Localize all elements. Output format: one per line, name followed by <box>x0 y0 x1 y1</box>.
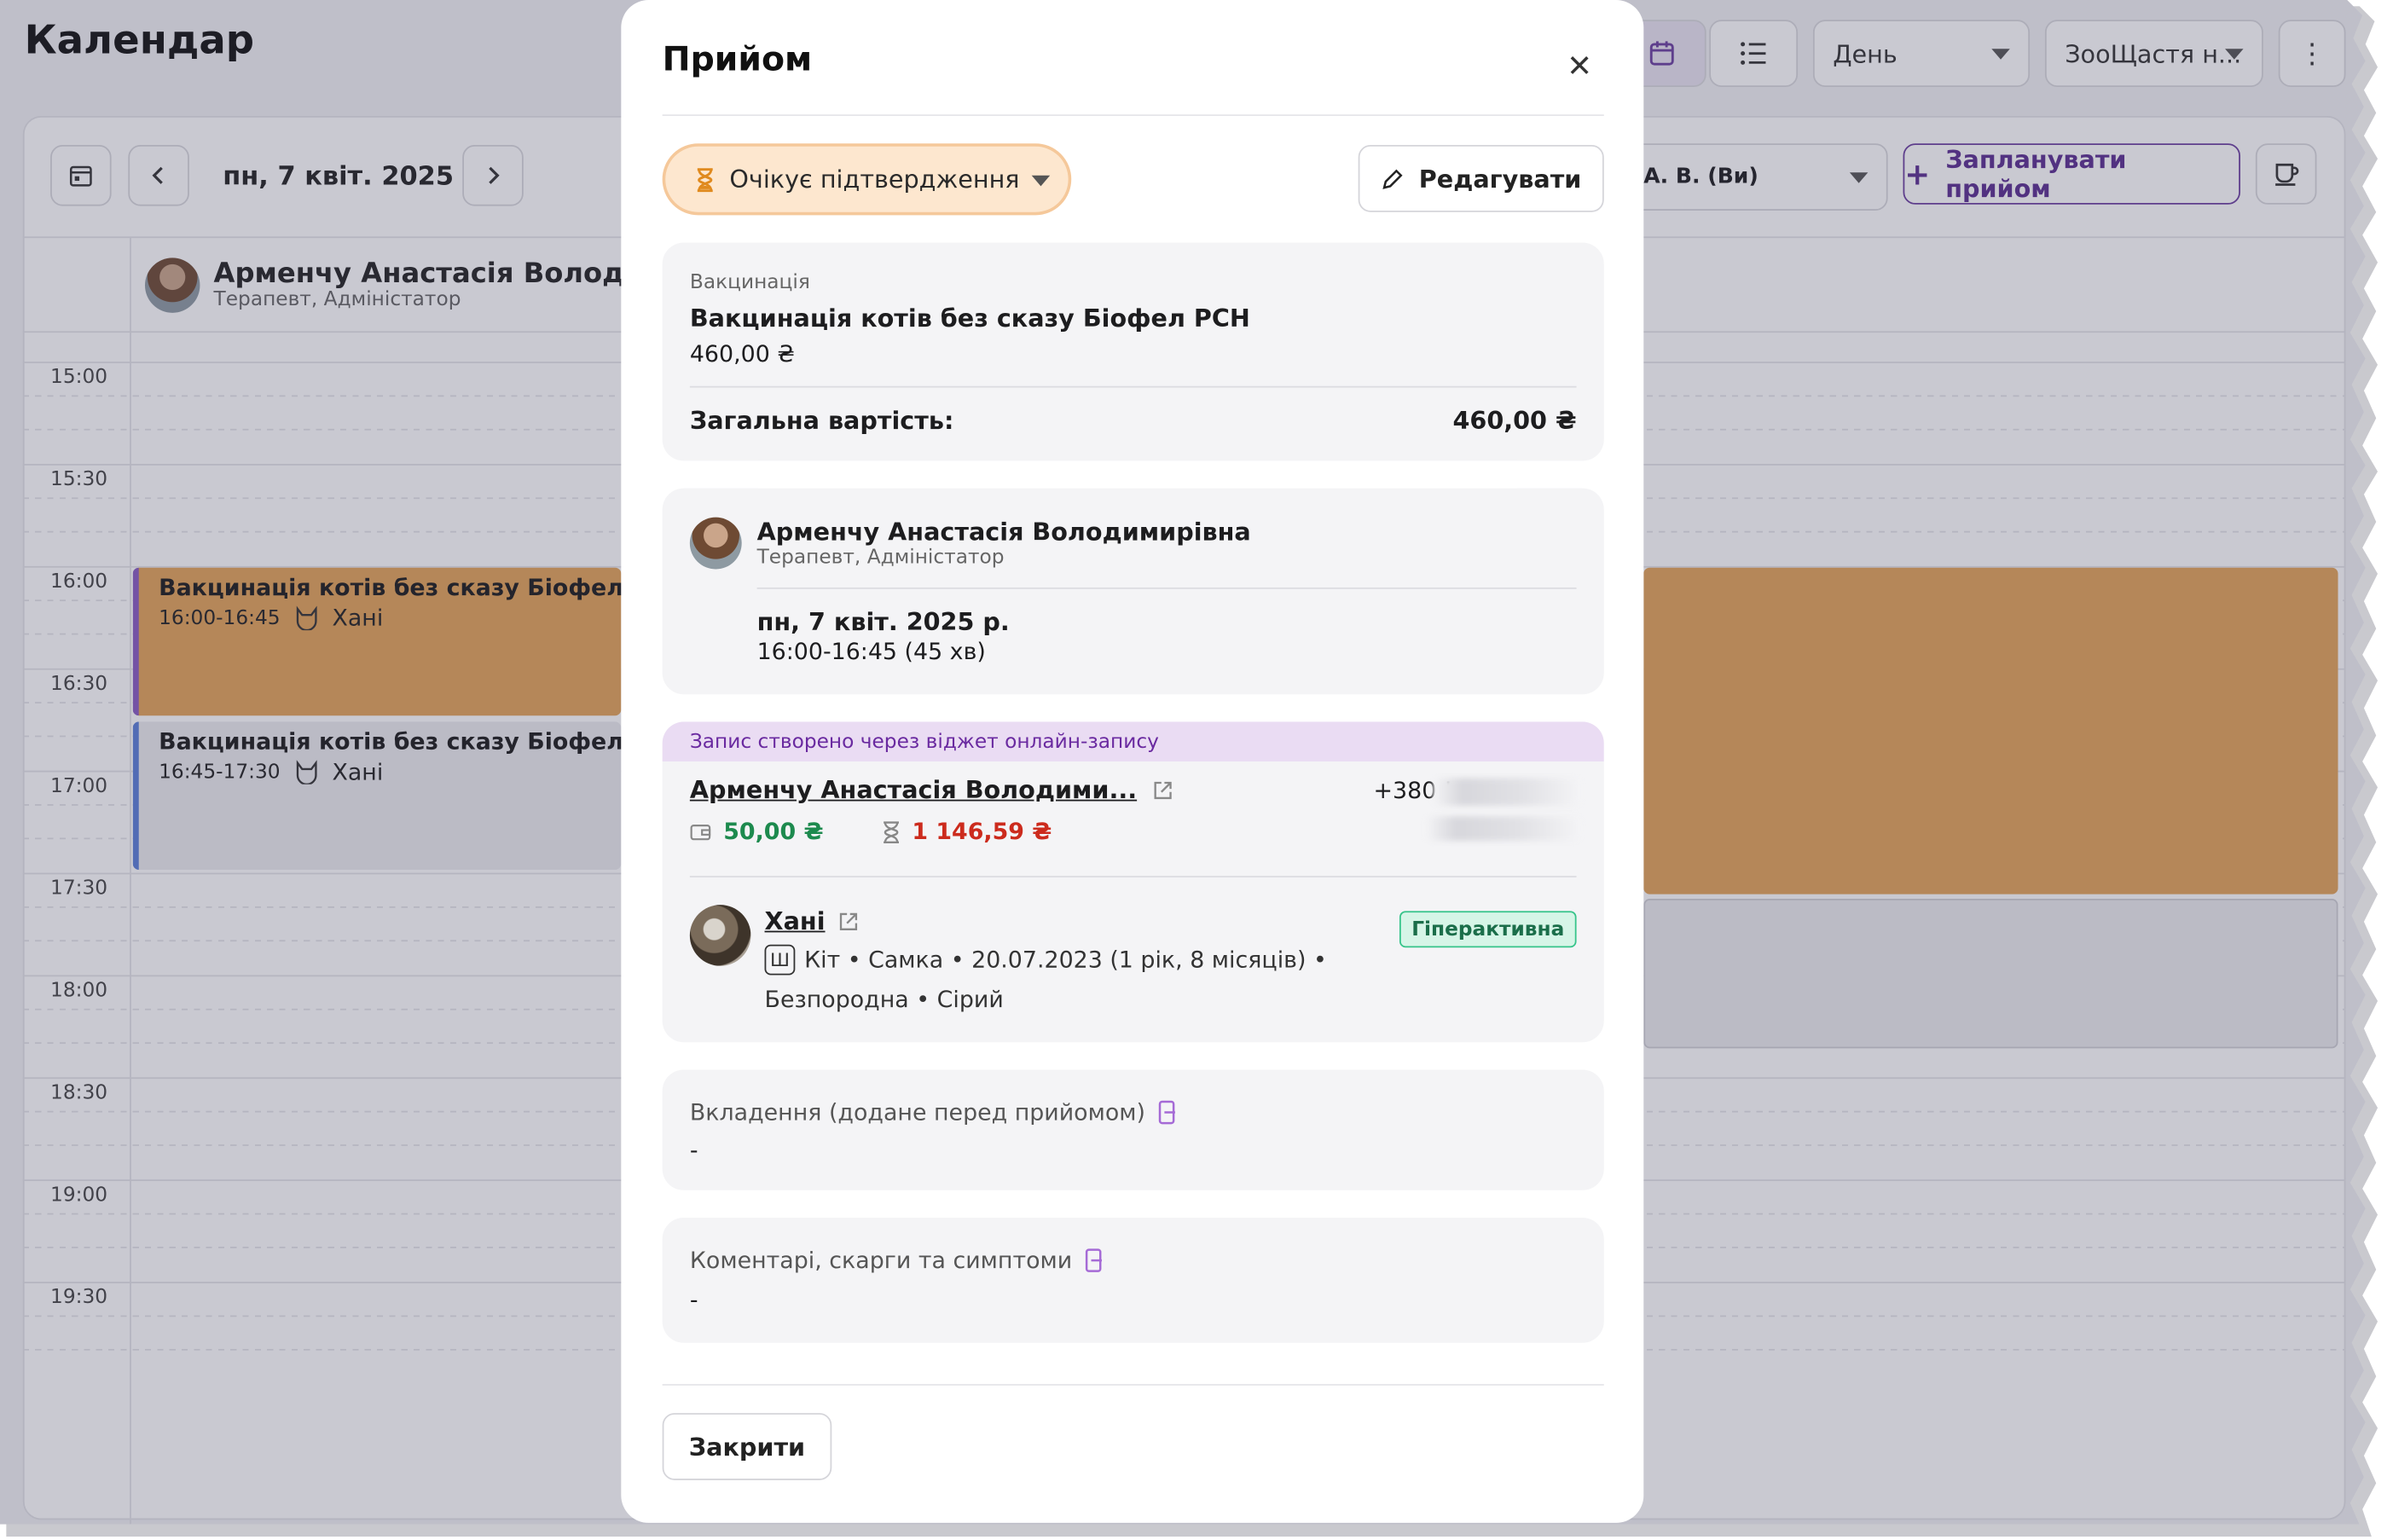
close-button[interactable]: Закрити <box>662 1413 832 1480</box>
attachments-value: - <box>689 1137 698 1165</box>
document-share-icon[interactable] <box>1085 1248 1103 1273</box>
comments-box: Коментарі, скарги та симптоми - <box>662 1218 1604 1343</box>
doctor-box: Арменчу Анастасія Володимирівна Терапевт… <box>662 488 1604 695</box>
comments-value: - <box>689 1286 698 1314</box>
pet-tag: Гіперактивна <box>1399 911 1577 948</box>
email-blur <box>1425 816 1581 842</box>
pencil-icon <box>1382 168 1403 188</box>
service-category: Вакцинація <box>689 271 810 295</box>
attachments-box: Вкладення (додане перед прийомом) - <box>662 1069 1604 1190</box>
edit-button-label: Редагувати <box>1418 164 1582 194</box>
phone-blur <box>1433 778 1581 806</box>
pet-photo <box>689 905 751 966</box>
external-link-icon[interactable] <box>837 910 859 931</box>
appointment-date: пн, 7 квіт. 2025 р. <box>756 607 1010 637</box>
ukraine-trident-icon: Ш <box>764 944 796 976</box>
hourglass-icon <box>883 820 899 843</box>
modal-title: Прийом <box>662 41 813 80</box>
client-debt: 1 146,59 ₴ <box>912 818 1052 846</box>
service-box: Вакцинація Вакцинація котів без сказу Бі… <box>662 242 1604 461</box>
pet-name-link[interactable]: Хані <box>765 906 826 935</box>
pet-details-line1: Кіт • Самка • 20.07.2023 (1 рік, 8 місяц… <box>804 946 1327 974</box>
wallet-icon <box>690 825 711 841</box>
attachments-label: Вкладення (додане перед прийомом) <box>689 1098 1146 1126</box>
total-value: 460,00 ₴ <box>1452 406 1577 436</box>
close-icon[interactable]: ✕ <box>1558 44 1601 87</box>
appointment-time: 16:00-16:45 (45 хв) <box>756 638 986 666</box>
online-booking-banner: Запис створено через віджет онлайн-запис… <box>662 721 1604 761</box>
comments-label: Коментарі, скарги та симптоми <box>689 1247 1073 1275</box>
total-label: Загальна вартість: <box>689 406 954 436</box>
doctor-avatar <box>689 517 742 570</box>
service-name: Вакцинація котів без сказу Біофел РСН <box>689 304 1250 333</box>
edit-button[interactable]: Редагувати <box>1358 145 1604 212</box>
service-price: 460,00 ₴ <box>689 340 796 368</box>
doctor-role: Терапевт, Адміністатор <box>756 546 1005 570</box>
appointment-modal: Прийом ✕ Очікує підтвердження Редагувати… <box>621 0 1644 1523</box>
chevron-down-icon <box>1031 175 1051 187</box>
client-balance: 50,00 ₴ <box>723 818 824 846</box>
status-select[interactable]: Очікує підтвердження <box>662 143 1072 216</box>
hourglass-icon <box>697 167 713 192</box>
client-box: Запис створено через віджет онлайн-запис… <box>662 721 1604 1043</box>
document-share-icon[interactable] <box>1157 1100 1175 1125</box>
doctor-name: Арменчу Анастасія Володимирівна <box>756 517 1251 547</box>
status-value: Очікує підтвердження <box>729 165 1020 194</box>
pet-details-line2: Безпородна • Сірий <box>764 986 1004 1014</box>
external-link-icon[interactable] <box>1152 779 1173 801</box>
client-name-link[interactable]: Арменчу Анастасія Володими... <box>690 775 1137 804</box>
